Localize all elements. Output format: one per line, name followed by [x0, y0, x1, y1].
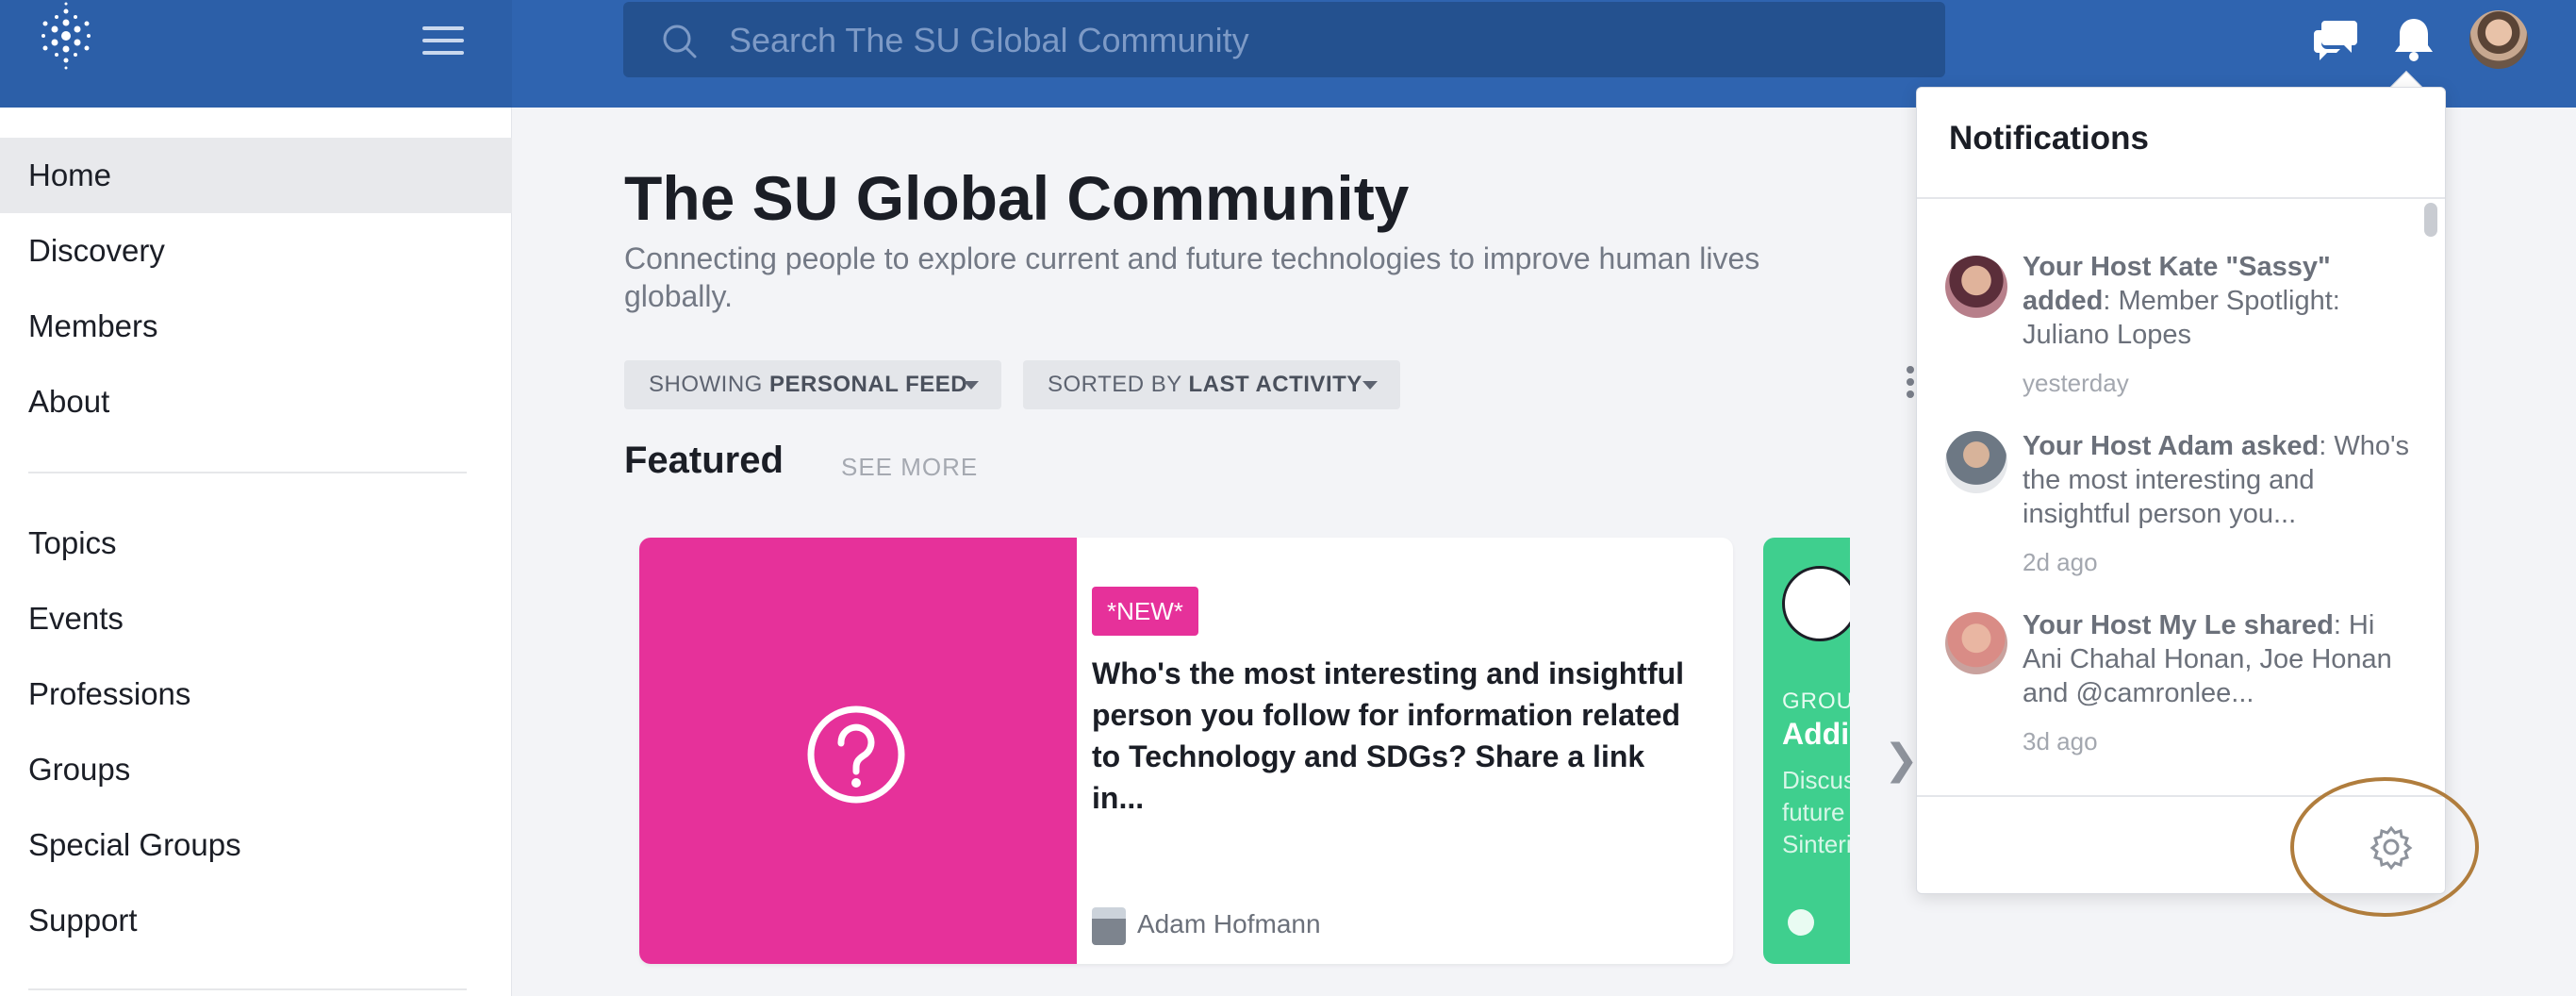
sidebar-item-topics[interactable]: Topics [0, 506, 512, 581]
avatar [1945, 431, 2007, 493]
notification-item[interactable]: Your Host My Le shared: Hi Ani Chahal Ho… [1917, 586, 2426, 765]
group-card[interactable]: GROU Addi Discus future Sinteri [1763, 538, 1850, 964]
group-card-description: Discus future Sinteri [1782, 766, 1850, 858]
card-title[interactable]: Who's the most interesting and insightfu… [1092, 653, 1695, 819]
search-bar[interactable]: Search The SU Global Community [623, 2, 1945, 77]
sidebar-divider-bottom [28, 988, 467, 990]
notification-time: 3d ago [2023, 727, 2098, 755]
user-avatar[interactable] [2467, 8, 2531, 72]
feed-filter-dropdown[interactable]: SHOWING PERSONAL FEED [624, 360, 1001, 409]
sidebar-item-groups[interactable]: Groups [0, 732, 512, 807]
scrollbar[interactable] [2424, 203, 2437, 237]
sidebar-header [0, 0, 512, 108]
notification-time: yesterday [2023, 369, 2129, 397]
sidebar: Home Discovery Members About Topics Even… [0, 108, 512, 996]
notifications-title: Notifications [1949, 120, 2149, 157]
notification-time: 2d ago [2023, 548, 2098, 576]
chat-bubbles-icon[interactable] [2312, 15, 2361, 64]
notification-item[interactable]: Your Host Adam asked: Who's the most int… [1917, 407, 2426, 586]
notifications-panel: Notifications Your Host Kate "Sassy" add… [1916, 87, 2446, 894]
sidebar-item-about[interactable]: About [0, 364, 512, 440]
group-card-label: GROU [1782, 689, 1850, 714]
bell-icon[interactable] [2391, 15, 2436, 64]
card-author[interactable]: Adam Hofmann [1137, 909, 1321, 939]
chevron-right-icon[interactable]: ❯ [1884, 736, 1919, 784]
question-circle-icon [807, 706, 905, 804]
sidebar-divider [28, 472, 467, 473]
sidebar-item-home[interactable]: Home [0, 138, 512, 213]
new-badge: *NEW* [1092, 587, 1198, 636]
more-options-icon[interactable] [1905, 366, 1916, 404]
snowflake-network-icon[interactable] [36, 0, 96, 75]
sidebar-item-members[interactable]: Members [0, 289, 512, 364]
chevron-down-icon [1362, 381, 1378, 390]
notifications-list[interactable]: Your Host Kate "Sassy" added: Member Spo… [1917, 199, 2426, 795]
hamburger-icon[interactable] [422, 26, 464, 58]
group-icon [1782, 566, 1850, 641]
sidebar-item-discovery[interactable]: Discovery [0, 213, 512, 289]
sidebar-item-professions[interactable]: Professions [0, 656, 512, 732]
see-more-link[interactable]: SEE MORE [841, 453, 978, 482]
sort-value: LAST ACTIVITY [1188, 372, 1362, 397]
check-icon [1788, 909, 1814, 936]
avatar [1945, 612, 2007, 674]
featured-heading: Featured [624, 440, 784, 481]
search-icon [663, 25, 697, 58]
featured-card[interactable]: *NEW* Who's the most interesting and ins… [639, 538, 1733, 964]
sort-prefix: SORTED BY [1048, 372, 1182, 397]
highlight-annotation [2290, 777, 2479, 917]
search-input[interactable]: Search The SU Global Community [729, 21, 1249, 60]
sidebar-item-support[interactable]: Support [0, 883, 512, 958]
sidebar-item-special-groups[interactable]: Special Groups [0, 807, 512, 883]
avatar [1945, 256, 2007, 318]
page-title: The SU Global Community [624, 163, 1410, 233]
sidebar-item-events[interactable]: Events [0, 581, 512, 656]
page-subtitle: Connecting people to explore current and… [624, 241, 1760, 313]
notification-item[interactable]: Your Host Kate "Sassy" added: Member Spo… [1917, 227, 2426, 407]
filter-prefix: SHOWING [649, 372, 763, 397]
author-avatar [1092, 907, 1126, 945]
group-card-title: Addi [1782, 717, 1850, 751]
filter-value: PERSONAL FEED [769, 372, 968, 397]
chevron-down-icon [964, 381, 979, 390]
sort-dropdown[interactable]: SORTED BY LAST ACTIVITY [1023, 360, 1400, 409]
card-media [639, 538, 1077, 964]
